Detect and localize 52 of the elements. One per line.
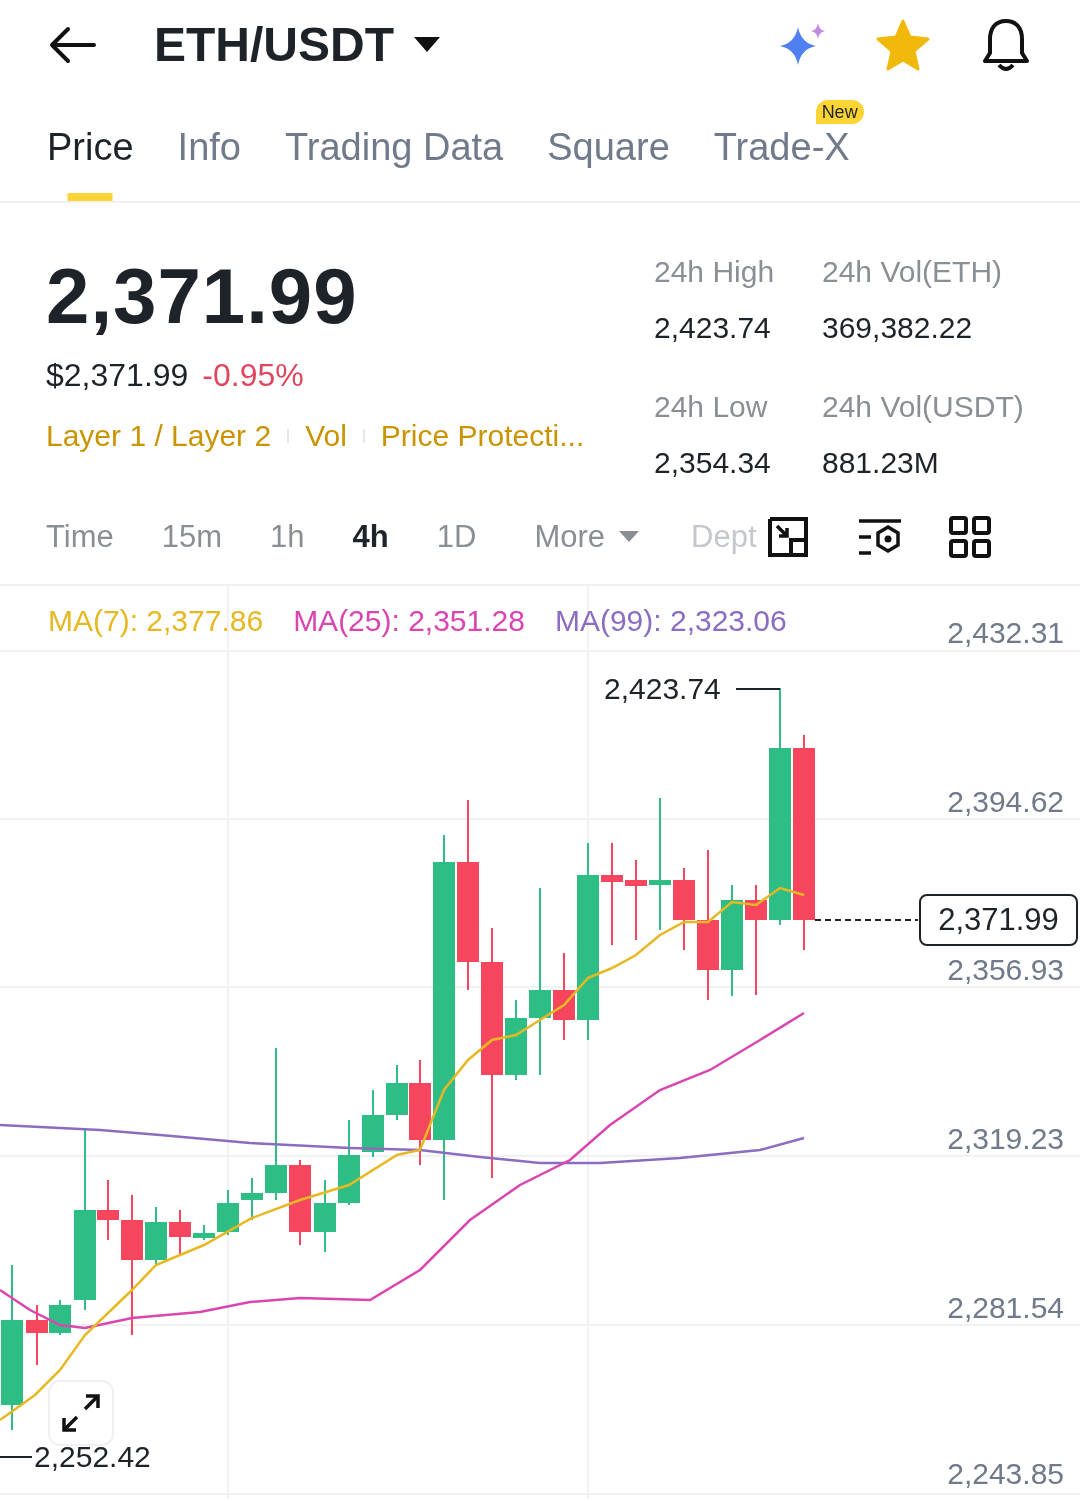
category-tag[interactable]: Price Protecti... <box>380 413 585 458</box>
star-icon[interactable] <box>876 19 930 71</box>
last-price: 2,371.99 <box>46 251 359 341</box>
interval-tab[interactable]: 4h <box>352 513 389 561</box>
moving-average-value: MA(99): 2,323.06 <box>554 603 787 639</box>
stat-label: 24h Vol(USDT) <box>822 389 1025 425</box>
stat-value: 2,354.34 <box>654 445 772 481</box>
tab[interactable]: Square <box>547 90 670 201</box>
tab[interactable]: Trading Data <box>284 90 504 201</box>
usd-price: $2,371.99 <box>46 356 189 395</box>
new-badge: New <box>815 100 864 124</box>
stat-label: 24h Vol(ETH) <box>822 255 1004 290</box>
back-icon[interactable] <box>48 25 98 65</box>
stat-label: 24h High <box>654 255 776 290</box>
stat-value: 881.23M <box>822 445 940 481</box>
stat-label: 24h Low <box>654 389 769 425</box>
grid-layout-icon[interactable] <box>948 516 991 558</box>
price-axis-label: 2,394.62 <box>947 785 1064 819</box>
leader-line <box>735 688 781 690</box>
bell-icon[interactable] <box>980 17 1032 73</box>
high-price-marker: 2,423.74 <box>604 672 721 706</box>
price-axis-label: 2,432.31 <box>947 616 1064 650</box>
category-tag[interactable]: Layer 1 / Layer 2 <box>46 413 272 458</box>
pair-title[interactable]: ETH/USDT <box>154 9 394 81</box>
stat-value: 369,382.22 <box>822 311 974 347</box>
more-dropdown[interactable]: More <box>534 513 639 561</box>
fullscreen-button[interactable] <box>48 1380 114 1446</box>
depth-tab[interactable]: Dept <box>691 513 757 561</box>
caret-down-icon <box>619 531 639 543</box>
interval-tab[interactable]: 15m <box>161 513 223 561</box>
tab[interactable]: Price <box>47 90 134 201</box>
interval-tab[interactable]: 1h <box>270 513 305 561</box>
price-axis-label: 2,243.85 <box>947 1457 1064 1491</box>
active-tab-indicator <box>67 193 113 201</box>
interval-tab[interactable]: 1D <box>436 513 477 561</box>
price-axis-label: 2,319.23 <box>947 1122 1064 1156</box>
price-change: -0.95% <box>202 356 304 395</box>
picture-in-picture-icon[interactable] <box>766 516 809 558</box>
current-price-label[interactable]: 2,371.99 <box>919 894 1078 946</box>
category-tag[interactable]: Vol <box>305 413 347 458</box>
leader-line <box>0 1456 33 1458</box>
expand-icon <box>60 1392 102 1434</box>
price-axis-label: 2,356.93 <box>947 953 1064 987</box>
moving-average-value: MA(25): 2,351.28 <box>293 603 525 639</box>
stat-value: 2,423.74 <box>654 311 772 347</box>
tab[interactable]: Info <box>177 90 241 201</box>
moving-average-value: MA(7): 2,377.86 <box>48 603 264 639</box>
interval-tab[interactable]: Time <box>46 513 114 561</box>
price-axis-label: 2,281.54 <box>947 1291 1064 1325</box>
caret-down-icon[interactable] <box>414 37 440 53</box>
low-price-marker: 2,252.42 <box>34 1440 151 1474</box>
indicator-settings-icon[interactable] <box>856 516 903 558</box>
